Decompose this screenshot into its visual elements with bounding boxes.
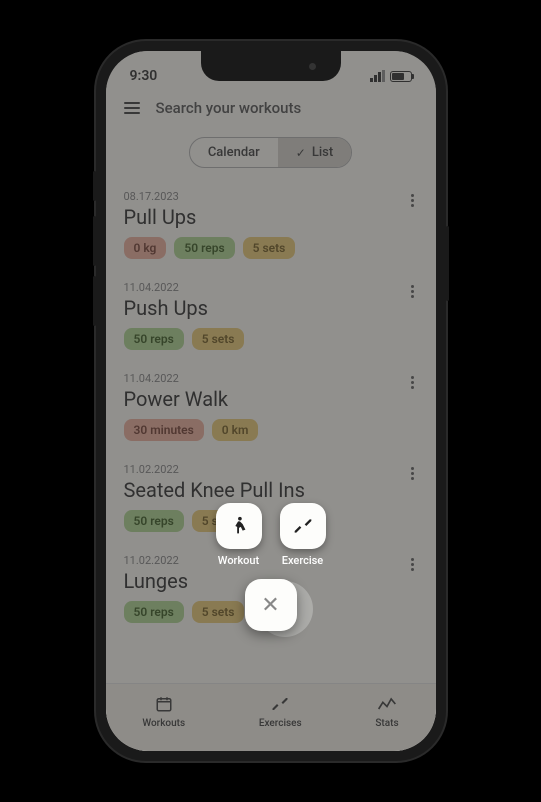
fab-speed-dial: Workout Exercise ✕	[106, 503, 436, 631]
notch	[201, 51, 341, 81]
screen: 9:30 Search your workouts Calendar ✓ Lis…	[106, 51, 436, 751]
fab-exercise-button[interactable]	[280, 503, 326, 549]
side-button	[93, 171, 96, 201]
close-icon: ✕	[261, 593, 279, 618]
fab-close-button[interactable]: ✕	[245, 579, 297, 631]
phone-frame: 9:30 Search your workouts Calendar ✓ Lis…	[96, 41, 446, 761]
fab-exercise-label: Exercise	[282, 554, 323, 567]
fab-workout-label: Workout	[218, 554, 259, 567]
modal-scrim[interactable]	[106, 51, 436, 751]
side-button	[446, 226, 449, 301]
fab-workout-button[interactable]	[216, 503, 262, 549]
side-button	[93, 216, 96, 266]
side-button	[93, 276, 96, 326]
